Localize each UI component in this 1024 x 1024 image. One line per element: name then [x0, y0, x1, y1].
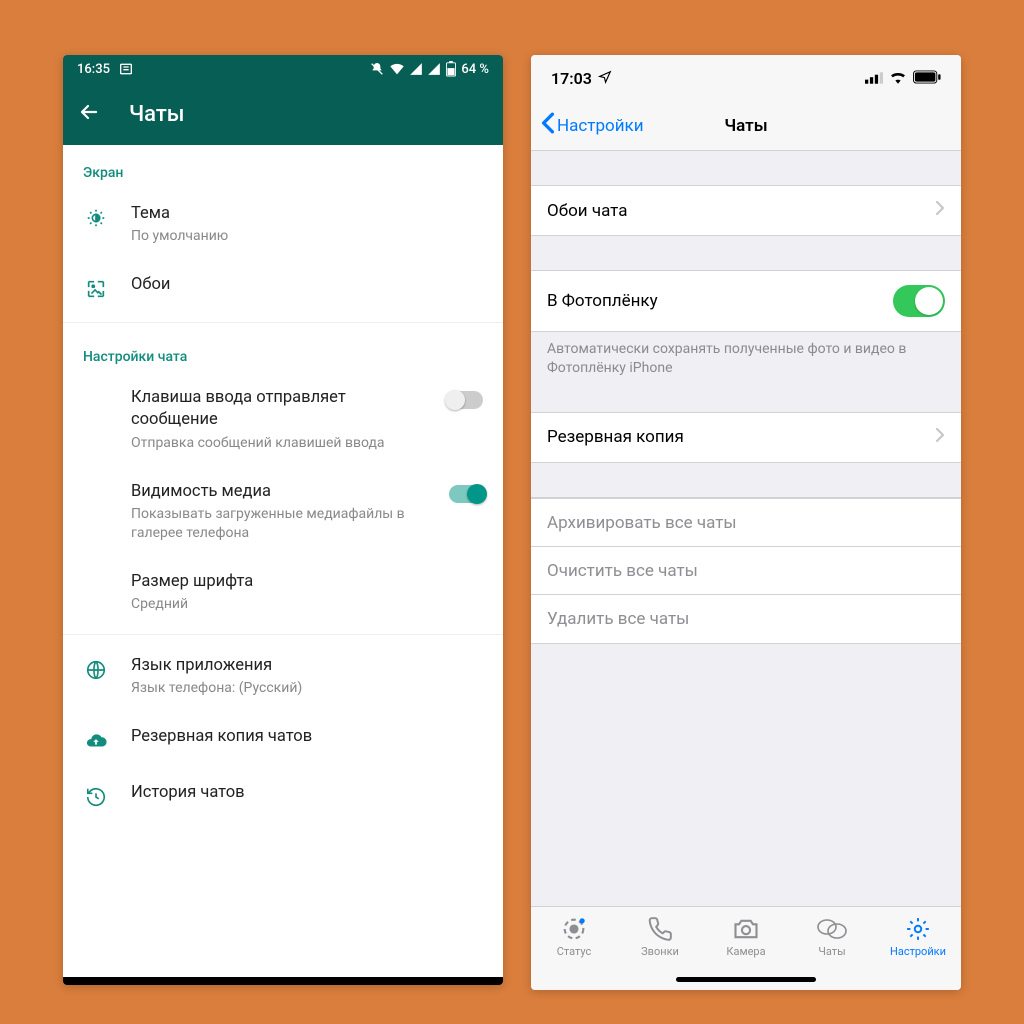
tab-status[interactable]: Статус [531, 915, 617, 990]
theme-title: Тема [131, 203, 483, 225]
back-button[interactable]: Настройки [531, 112, 644, 139]
lang-sub: Язык телефона: (Русский) [131, 679, 483, 698]
camera-roll-footer: Автоматически сохранять полученные фото … [531, 332, 961, 378]
history-icon [83, 784, 109, 810]
media-vis-sub: Показывать загруженные медиафайлы в гале… [131, 505, 421, 543]
wallpaper-icon [83, 276, 109, 302]
enter-send-title: Клавиша ввода отправляет сообщение [131, 387, 421, 432]
battery-icon [445, 61, 457, 77]
brightness-icon [83, 205, 109, 231]
archive-label: Архивировать все чаты [547, 513, 737, 533]
media-vis-title: Видимость медиа [131, 481, 421, 503]
media-vis-toggle[interactable] [443, 485, 483, 503]
news-icon [118, 61, 134, 77]
enter-send-toggle[interactable] [443, 391, 483, 409]
status-battery-pct: 64 % [461, 62, 489, 77]
ios-content: Обои чата В Фотоплёнку Автоматически сох… [531, 151, 961, 906]
ios-tab-bar: Статус Звонки Камера Чаты Настройки [531, 906, 961, 990]
android-phone: 16:35 64 % Ча [63, 55, 503, 985]
font-size-sub: Средний [131, 595, 483, 614]
status-icon [560, 915, 588, 943]
chats-icon [817, 915, 847, 943]
android-status-bar: 16:35 64 % [63, 55, 503, 83]
home-indicator [676, 977, 816, 982]
delete-label: Удалить все чаты [547, 609, 689, 629]
location-icon [598, 69, 612, 88]
android-nav-bar [63, 977, 503, 985]
status-time: 16:35 [77, 62, 110, 77]
row-theme[interactable]: Тема По умолчанию [63, 189, 503, 260]
divider [63, 322, 503, 323]
lang-title: Язык приложения [131, 655, 483, 677]
battery-icon [913, 69, 941, 88]
back-arrow-icon[interactable] [77, 100, 101, 128]
tab-camera-label: Камера [726, 945, 765, 958]
row-enter-send[interactable]: Клавиша ввода отправляет сообщение Отпра… [63, 373, 503, 466]
backup-label: Резервная копия [547, 427, 684, 447]
ios-phone: 17:03 Настройки Чаты [531, 55, 961, 990]
tab-status-label: Статус [557, 945, 592, 958]
camera-icon [732, 915, 760, 943]
row-font-size[interactable]: Размер шрифта Средний [63, 557, 503, 628]
wallpaper-label: Обои чата [547, 201, 627, 221]
cellular-icon [865, 69, 883, 88]
backup-title: Резервная копия чатов [131, 726, 483, 748]
clear-label: Очистить все чаты [547, 561, 698, 581]
signal2-icon [427, 62, 441, 76]
tab-calls-label: Звонки [641, 945, 679, 958]
android-content: Экран Тема По умолчанию Обои Настройки ч… [63, 145, 503, 977]
enter-send-sub: Отправка сообщений клавишей ввода [131, 434, 421, 453]
phone-icon [647, 915, 673, 943]
row-wallpaper[interactable]: Обои [63, 260, 503, 316]
chevron-left-icon [541, 112, 555, 139]
wifi-icon [389, 61, 405, 77]
history-title: История чатов [131, 782, 483, 804]
cloud-upload-icon [83, 728, 109, 754]
group-actions: Архивировать все чаты Очистить все чаты … [531, 497, 961, 644]
tab-settings[interactable]: Настройки [875, 915, 961, 990]
cell-camera-roll[interactable]: В Фотоплёнку [531, 270, 961, 332]
divider [63, 634, 503, 635]
row-language[interactable]: Язык приложения Язык телефона: (Русский) [63, 641, 503, 712]
cell-wallpaper[interactable]: Обои чата [531, 185, 961, 236]
cell-backup[interactable]: Резервная копия [531, 412, 961, 463]
camera-roll-toggle[interactable] [893, 285, 945, 317]
ios-nav-bar: Настройки Чаты [531, 101, 961, 151]
camera-roll-label: В Фотоплёнку [547, 291, 658, 311]
cell-delete[interactable]: Удалить все чаты [531, 595, 961, 643]
wallpaper-title: Обои [131, 274, 483, 296]
tab-settings-label: Настройки [890, 945, 946, 958]
row-backup[interactable]: Резервная копия чатов [63, 712, 503, 768]
bell-off-icon [369, 61, 385, 77]
row-history[interactable]: История чатов [63, 768, 503, 824]
section-chat: Настройки чата [63, 329, 503, 373]
chevron-right-icon [935, 200, 945, 221]
chevron-right-icon [935, 427, 945, 448]
app-bar-title: Чаты [129, 102, 185, 127]
cell-clear[interactable]: Очистить все чаты [531, 547, 961, 595]
tab-chats-label: Чаты [818, 945, 845, 958]
back-label: Настройки [557, 116, 644, 136]
gear-icon [905, 915, 931, 943]
wifi-icon [889, 69, 907, 88]
cell-archive[interactable]: Архивировать все чаты [531, 498, 961, 547]
globe-icon [83, 657, 109, 683]
theme-sub: По умолчанию [131, 227, 483, 246]
signal1-icon [409, 62, 423, 76]
section-screen: Экран [63, 145, 503, 189]
ios-status-bar: 17:03 [531, 55, 961, 101]
status-time: 17:03 [551, 69, 592, 88]
android-app-bar: Чаты [63, 83, 503, 145]
row-media-visibility[interactable]: Видимость медиа Показывать загруженные м… [63, 467, 503, 557]
font-size-title: Размер шрифта [131, 571, 483, 593]
